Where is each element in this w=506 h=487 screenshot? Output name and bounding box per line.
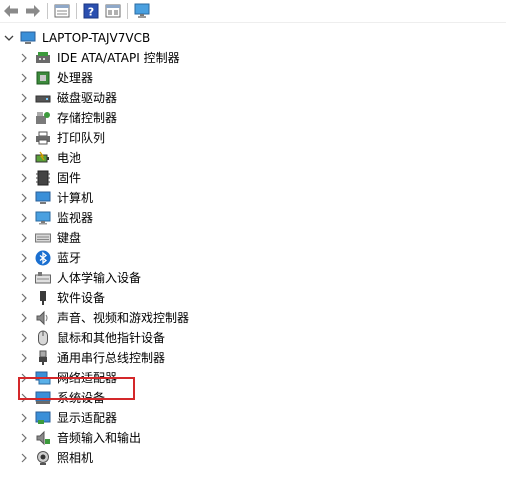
chevron-right-icon[interactable] xyxy=(19,272,29,284)
tree-item[interactable]: 软件设备 xyxy=(0,288,506,308)
tree-item[interactable]: 处理器 xyxy=(0,68,506,88)
tree-item[interactable]: 音频输入和输出 xyxy=(0,428,506,448)
toolbar-separator xyxy=(47,3,48,19)
chevron-right-icon[interactable] xyxy=(19,432,29,444)
tree-item[interactable]: 键盘 xyxy=(0,228,506,248)
chevron-right-icon[interactable] xyxy=(19,172,29,184)
help-icon: ? xyxy=(83,3,99,19)
chevron-right-icon[interactable] xyxy=(19,232,29,244)
tree-item[interactable]: 鼠标和其他指针设备 xyxy=(0,328,506,348)
tree-item-label: 处理器 xyxy=(57,71,94,85)
chevron-right-icon[interactable] xyxy=(19,452,29,464)
firmware-icon xyxy=(35,170,51,186)
tree-item-label: 键盘 xyxy=(57,231,82,245)
tree-item[interactable]: 电池 xyxy=(0,148,506,168)
tree-item-label: 磁盘驱动器 xyxy=(57,91,118,105)
bluetooth-icon xyxy=(35,250,51,266)
tree-item-label: IDE ATA/ATAPI 控制器 xyxy=(57,51,180,65)
tree-item-label: 鼠标和其他指针设备 xyxy=(57,331,166,345)
tree-item[interactable]: 显示适配器 xyxy=(0,408,506,428)
scan-hardware-button[interactable] xyxy=(131,1,153,21)
properties-button[interactable] xyxy=(51,1,73,21)
chevron-right-icon[interactable] xyxy=(19,352,29,364)
display-adapter-icon xyxy=(35,410,51,426)
software-device-icon xyxy=(35,290,51,306)
mouse-icon xyxy=(35,330,51,346)
toolbar: ? xyxy=(0,0,506,23)
tree-item-label: 通用串行总线控制器 xyxy=(57,351,166,365)
svg-text:?: ? xyxy=(88,6,94,19)
chevron-right-icon[interactable] xyxy=(19,412,29,424)
chevron-right-icon[interactable] xyxy=(19,112,29,124)
chevron-right-icon[interactable] xyxy=(19,312,29,324)
computer-icon xyxy=(35,190,51,206)
properties-icon xyxy=(54,4,70,18)
tree-item-label: 人体学输入设备 xyxy=(57,271,142,285)
tree-item[interactable]: 通用串行总线控制器 xyxy=(0,348,506,368)
tree-item-label: 照相机 xyxy=(57,451,94,465)
tree-item[interactable]: 照相机 xyxy=(0,448,506,468)
tree-item-label: 声音、视频和游戏控制器 xyxy=(57,311,190,325)
chevron-right-icon[interactable] xyxy=(19,152,29,164)
chevron-right-icon[interactable] xyxy=(19,212,29,224)
show-hidden-icon xyxy=(105,4,121,18)
ide-controller-icon xyxy=(35,50,51,66)
chevron-down-icon[interactable] xyxy=(4,32,14,44)
tree-item-label: 打印队列 xyxy=(57,131,106,145)
usb-icon xyxy=(35,350,51,366)
storage-controller-icon xyxy=(35,110,51,126)
keyboard-icon xyxy=(35,230,51,246)
chevron-right-icon[interactable] xyxy=(19,192,29,204)
monitor-icon xyxy=(35,210,51,226)
forward-arrow-icon xyxy=(26,5,40,17)
tree-item[interactable]: 固件 xyxy=(0,168,506,188)
tree-item[interactable]: 计算机 xyxy=(0,188,506,208)
tree-item-label: 监视器 xyxy=(57,211,94,225)
forward-button[interactable] xyxy=(22,1,44,21)
tree-item[interactable]: 存储控制器 xyxy=(0,108,506,128)
tree-item-label: 音频输入和输出 xyxy=(57,431,142,445)
processor-icon xyxy=(35,70,51,86)
tree-item-label: 存储控制器 xyxy=(57,111,118,125)
tree-item[interactable]: 磁盘驱动器 xyxy=(0,88,506,108)
battery-icon xyxy=(35,150,51,166)
back-arrow-icon xyxy=(4,5,18,17)
tree-item-label: 电池 xyxy=(57,151,82,165)
tree-item[interactable]: 监视器 xyxy=(0,208,506,228)
audio-io-icon xyxy=(35,430,51,446)
highlight-box xyxy=(18,377,135,400)
toolbar-separator xyxy=(127,3,128,19)
device-tree: LAPTOP-TAJV7VCB IDE ATA/ATAPI 控制器 处理器磁盘驱动… xyxy=(0,28,506,468)
chevron-right-icon[interactable] xyxy=(19,52,29,64)
chevron-right-icon[interactable] xyxy=(19,72,29,84)
computer-icon xyxy=(20,30,36,46)
tree-item[interactable]: 蓝牙 xyxy=(0,248,506,268)
tree-root-label: LAPTOP-TAJV7VCB xyxy=(42,31,151,45)
chevron-right-icon[interactable] xyxy=(19,292,29,304)
tree-item-label: 显示适配器 xyxy=(57,411,118,425)
camera-icon xyxy=(35,450,51,466)
chevron-right-icon[interactable] xyxy=(19,332,29,344)
tree-root[interactable]: LAPTOP-TAJV7VCB xyxy=(0,28,506,48)
hid-icon xyxy=(35,270,51,286)
chevron-right-icon[interactable] xyxy=(19,252,29,264)
tree-item[interactable]: 人体学输入设备 xyxy=(0,268,506,288)
disk-drive-icon xyxy=(35,90,51,106)
tree-item-label: 计算机 xyxy=(57,191,94,205)
tree-item-label: 蓝牙 xyxy=(57,251,82,265)
chevron-right-icon[interactable] xyxy=(19,132,29,144)
chevron-right-icon[interactable] xyxy=(19,92,29,104)
tree-item[interactable]: 打印队列 xyxy=(0,128,506,148)
back-button[interactable] xyxy=(0,1,22,21)
tree-item[interactable]: IDE ATA/ATAPI 控制器 xyxy=(0,48,506,68)
toolbar-separator xyxy=(76,3,77,19)
help-button[interactable]: ? xyxy=(80,1,102,21)
show-hidden-button[interactable] xyxy=(102,1,124,21)
sound-icon xyxy=(35,310,51,326)
tree-item-label: 软件设备 xyxy=(57,291,106,305)
monitor-icon xyxy=(134,3,150,18)
tree-item[interactable]: 声音、视频和游戏控制器 xyxy=(0,308,506,328)
printer-icon xyxy=(35,130,51,146)
tree-item-label: 固件 xyxy=(57,171,82,185)
